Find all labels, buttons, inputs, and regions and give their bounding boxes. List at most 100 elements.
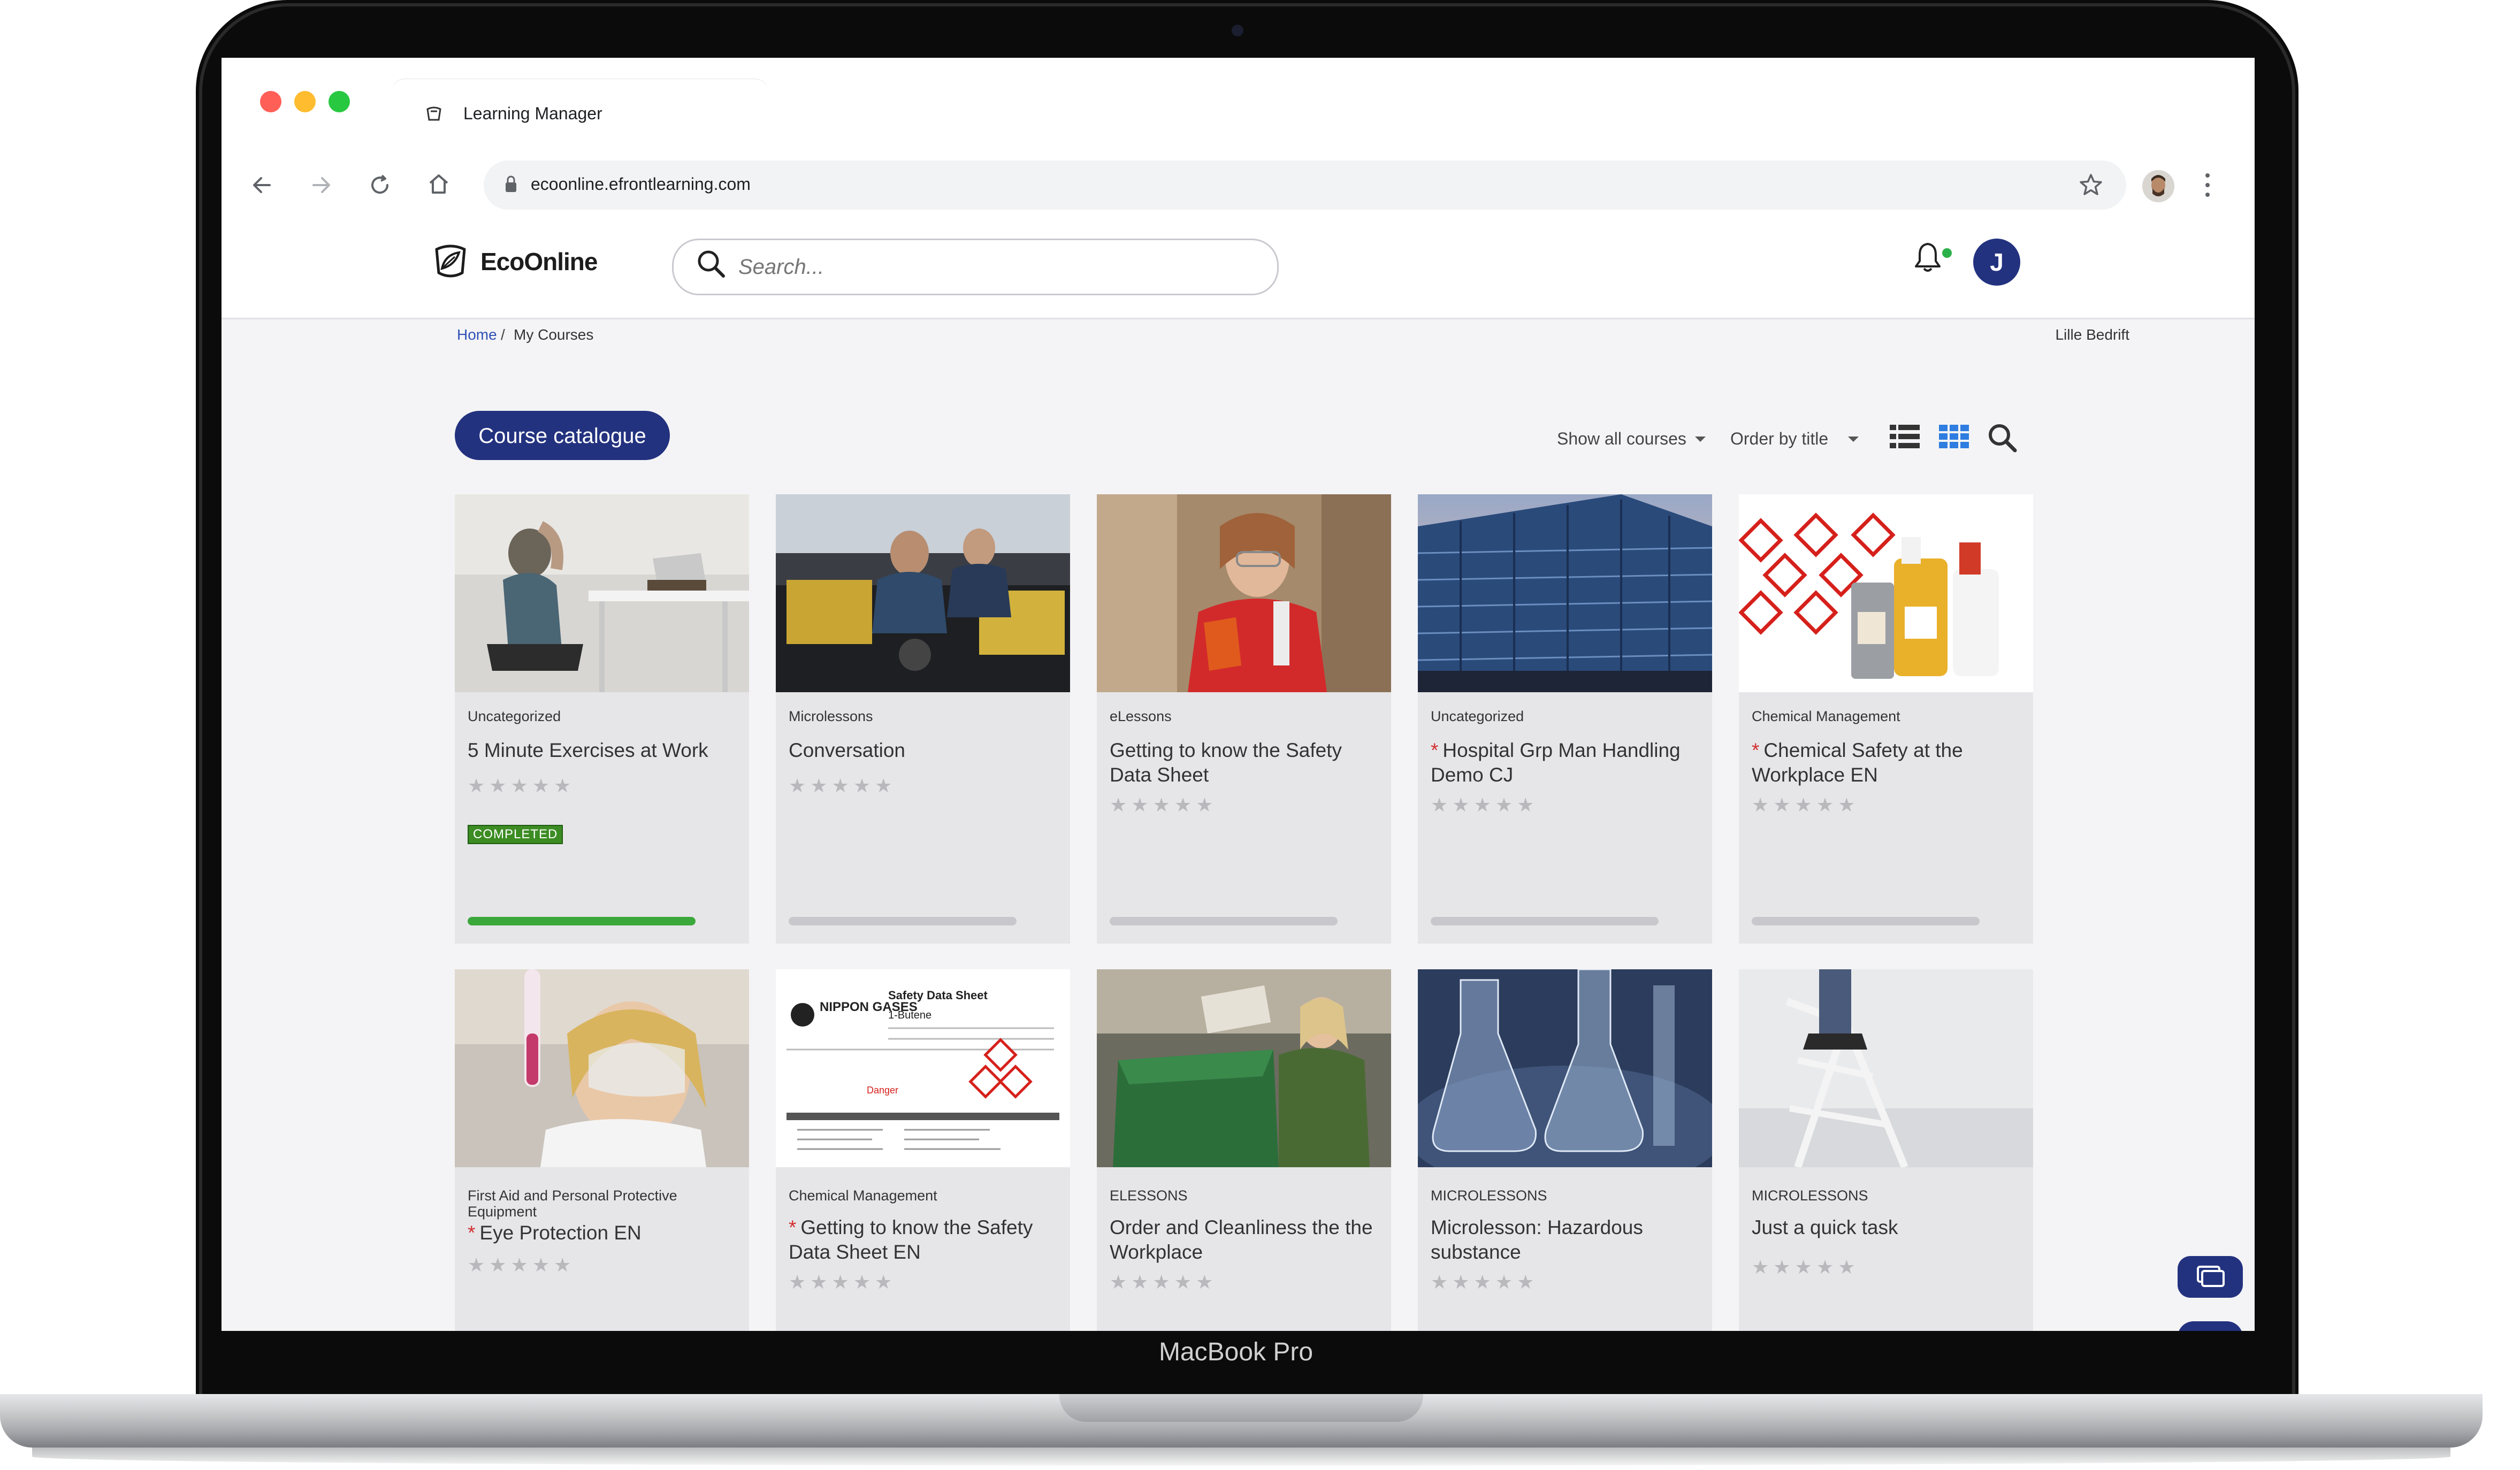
rating-stars[interactable]: ★★★★★ [789,1271,896,1293]
home-icon[interactable] [425,170,453,198]
course-title[interactable]: Order and Cleanliness the the Workplace [1110,1215,1377,1265]
course-card[interactable]: First Aid and Personal Protective Equipm… [455,969,749,1331]
chat-icon [2197,1266,2225,1287]
user-avatar[interactable]: J [1973,239,2020,286]
order-by-dropdown[interactable]: Order by title [1730,429,1828,449]
chevron-down-icon [1695,437,1706,442]
course-card[interactable]: MICROLESSONS Just a quick task ★★★★★ [1739,969,2033,1331]
sds-danger-text: Danger [867,1085,898,1096]
course-category: First Aid and Personal Protective Equipm… [468,1188,677,1220]
lock-icon [506,175,516,192]
rating-stars[interactable]: ★★★★★ [789,775,896,797]
ecoonline-logo-icon[interactable] [431,242,470,280]
course-card[interactable]: Uncategorized 5 Minute Exercises at Work… [455,494,749,944]
notification-indicator [1942,248,1952,258]
chat-button[interactable] [2178,1256,2243,1298]
course-title[interactable]: Just a quick task [1752,1215,2019,1240]
app-logo-text[interactable]: EcoOnline [480,247,598,276]
progress-bar [789,917,1017,925]
course-card[interactable]: Chemical Management * Chemical Safety at … [1739,494,2033,944]
rating-stars[interactable]: ★★★★★ [1431,1271,1538,1293]
course-thumbnail-image [1097,494,1391,692]
course-category: Uncategorized [1431,708,1524,724]
browser-profile-avatar[interactable] [2142,170,2174,202]
course-title[interactable]: * Hospital Grp Man Handling Demo CJ [1431,738,1698,787]
course-title[interactable]: Conversation [789,738,1056,763]
url-text[interactable]: ecoonline.efrontlearning.com [531,174,751,194]
progress-bar [468,917,696,925]
forward-arrow-icon[interactable] [307,171,335,199]
list-view-icon[interactable] [1890,424,1920,449]
laptop-base-notch [1059,1394,1423,1422]
breadcrumb-separator: / [501,326,505,343]
progress-bar [1110,917,1338,925]
course-thumbnail-image [455,969,749,1167]
organization-name: Lille Bedrift [2055,326,2129,343]
required-asterisk: * [1752,739,1760,761]
notification-bell-icon[interactable] [1911,240,1944,275]
course-card[interactable]: Uncategorized * Hospital Grp Man Handling… [1418,494,1712,944]
required-asterisk: * [1431,739,1439,761]
course-search-icon[interactable] [1986,422,2018,454]
tab-title: Learning Manager [463,104,602,123]
course-catalogue-button[interactable]: Course catalogue [455,411,670,460]
course-card[interactable]: ELESSONS Order and Cleanliness the the W… [1097,969,1391,1331]
course-category: Uncategorized [468,708,561,724]
reload-icon[interactable] [366,171,394,199]
shield-favicon-icon [426,106,441,121]
completed-badge: COMPLETED [468,825,563,844]
laptop-shadow [32,1448,2450,1466]
search-icon [698,250,725,278]
progress-bar [1431,917,1659,925]
close-window-button[interactable] [260,91,281,112]
course-thumbnail-image [776,494,1070,692]
course-category: Microlessons [789,708,873,724]
show-courses-dropdown[interactable]: Show all courses [1557,429,1686,449]
chevron-down-icon [1848,437,1859,442]
browser-menu-icon[interactable] [2203,170,2212,200]
course-category: Chemical Management [1752,708,1900,724]
rating-stars[interactable]: ★★★★★ [1431,794,1538,816]
course-thumbnail-image [1097,969,1391,1167]
rating-stars[interactable]: ★★★★★ [468,1254,575,1276]
maximize-window-button[interactable] [329,91,350,112]
grid-view-icon[interactable] [1939,424,1969,449]
progress-bar [1752,917,1980,925]
course-thumbnail-image: NIPPON GASES Safety Data Sheet 1-Butene … [776,969,1070,1167]
breadcrumb-current: My Courses [514,326,594,343]
course-card[interactable]: Microlessons Conversation ★★★★★ [776,494,1070,944]
screen: Learning Manager ecoonline.efrontlearnin… [222,58,2255,1331]
rating-stars[interactable]: ★★★★★ [1752,1256,1859,1278]
rating-stars[interactable]: ★★★★★ [1752,794,1859,816]
course-title[interactable]: * Chemical Safety at the Workplace EN [1752,738,2019,787]
required-asterisk: * [468,1222,476,1244]
course-card[interactable]: eLessons Getting to know the Safety Data… [1097,494,1391,944]
breadcrumb-home-link[interactable]: Home [457,326,497,343]
back-arrow-icon[interactable] [248,171,276,199]
sds-title-text: Safety Data Sheet [888,989,988,1002]
course-thumbnail-image [1739,969,2033,1167]
webcam [1232,25,1243,36]
course-card[interactable]: MICROLESSONS Microlesson: Hazardous subs… [1418,969,1712,1331]
course-title[interactable]: Microlesson: Hazardous substance [1431,1215,1698,1265]
rating-stars[interactable]: ★★★★★ [1110,794,1217,816]
minimize-window-button[interactable] [294,91,316,112]
sds-substance-text: 1-Butene [888,1009,931,1021]
search-input[interactable] [737,250,1242,284]
course-card[interactable]: NIPPON GASES Safety Data Sheet 1-Butene … [776,969,1070,1331]
rating-stars[interactable]: ★★★★★ [468,775,575,797]
course-category: eLessons [1110,708,1172,724]
bookmark-star-icon[interactable] [2077,171,2105,199]
course-category: MICROLESSONS [1752,1188,1868,1204]
course-title[interactable]: * Getting to know the Safety Data Sheet E… [789,1215,1056,1265]
help-button[interactable] [2178,1321,2243,1331]
rating-stars[interactable]: ★★★★★ [1110,1271,1217,1293]
device-label: MacBook Pro [1158,1338,1314,1366]
course-title[interactable]: 5 Minute Exercises at Work [468,738,735,763]
course-title[interactable]: Getting to know the Safety Data Sheet [1110,738,1377,787]
course-thumbnail-image [1418,969,1712,1167]
course-category: MICROLESSONS [1431,1188,1547,1204]
course-thumbnail-image [455,494,749,692]
course-title[interactable]: * Eye Protection EN [468,1221,735,1245]
course-thumbnail-image [1739,494,2033,692]
